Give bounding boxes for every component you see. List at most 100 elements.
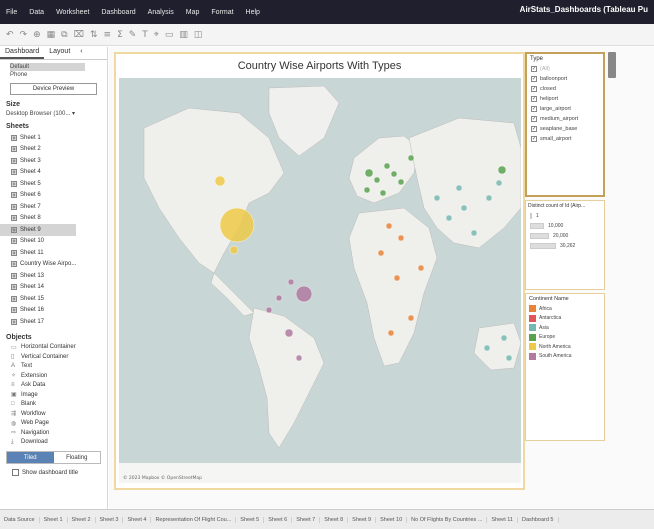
airport-count-mark[interactable] — [407, 154, 415, 162]
checkbox[interactable]: ✓ — [531, 66, 537, 72]
bottom-tab[interactable]: Sheet 9 — [348, 516, 377, 523]
type-filter-option[interactable]: ✓ medium_airport — [527, 114, 603, 124]
airport-count-mark[interactable] — [390, 170, 398, 178]
checkbox[interactable]: ✓ — [531, 136, 537, 142]
object-item[interactable]: A Text — [0, 362, 107, 372]
type-filter-option[interactable]: ✓ large_airport — [527, 104, 603, 114]
bottom-tab[interactable]: Sheet 1 — [40, 516, 68, 523]
continent-legend-row[interactable]: Africa — [526, 304, 604, 314]
airport-count-mark[interactable] — [460, 204, 468, 212]
menu-item-worksheet[interactable]: Worksheet — [50, 9, 95, 16]
airport-count-mark[interactable] — [505, 354, 513, 362]
airport-count-mark[interactable] — [495, 179, 503, 187]
airport-count-mark[interactable] — [287, 278, 295, 286]
continent-legend-row[interactable]: Asia — [526, 323, 604, 333]
continent-legend-row[interactable]: South America — [526, 352, 604, 362]
object-item[interactable]: □ Blank — [0, 400, 107, 410]
airport-count-mark[interactable] — [397, 234, 405, 242]
continent-legend-row[interactable]: North America — [526, 342, 604, 352]
airport-count-mark[interactable] — [407, 314, 415, 322]
bottom-tab[interactable]: No Of Flights By Countries ... — [407, 516, 488, 523]
menu-item-analysis[interactable]: Analysis — [142, 9, 180, 16]
map-worksheet[interactable]: Country Wise Airports With Types © 2023 … — [114, 52, 525, 490]
highlight-icon[interactable]: ✎ — [129, 30, 137, 40]
tiled-button[interactable]: Tiled — [7, 452, 54, 463]
swap-icon[interactable]: ⇅ — [90, 30, 98, 40]
sheet-item[interactable]: ▦ Sheet 8 — [0, 213, 107, 225]
sheet-item[interactable]: ▦ Sheet 17 — [0, 316, 107, 328]
airport-count-mark[interactable] — [417, 264, 425, 272]
checkbox[interactable]: ✓ — [531, 126, 537, 132]
show-title-option[interactable]: Show dashboard title — [12, 469, 107, 476]
airport-count-mark[interactable] — [265, 306, 273, 314]
clear-icon[interactable]: ⌧ — [74, 30, 84, 40]
continent-legend-row[interactable]: Antarctica — [526, 314, 604, 324]
airport-count-mark[interactable] — [379, 189, 387, 197]
type-filter-option[interactable]: ✓ balloonport — [527, 74, 603, 84]
bottom-tab[interactable]: Sheet 6 — [264, 516, 293, 523]
airport-count-mark[interactable] — [385, 222, 393, 230]
redo-icon[interactable]: ↷ — [20, 30, 28, 40]
sort-icon[interactable]: ≡ — [104, 30, 112, 40]
airport-count-mark[interactable] — [275, 294, 283, 302]
menu-item-format[interactable]: Format — [205, 9, 239, 16]
new-sheet-icon[interactable]: ▦ — [47, 30, 56, 40]
airport-count-mark[interactable] — [383, 162, 391, 170]
continent-legend-row[interactable]: Europe — [526, 333, 604, 343]
airport-count-mark[interactable] — [455, 184, 463, 192]
show-title-checkbox[interactable] — [12, 469, 19, 476]
sheet-item[interactable]: ▦ Sheet 5 — [0, 178, 107, 190]
airport-count-mark[interactable] — [445, 214, 453, 222]
checkbox[interactable]: ✓ — [531, 76, 537, 82]
object-item[interactable]: ▭ Horizontal Container — [0, 343, 107, 353]
bottom-tab[interactable]: Dashboard 5 — [518, 516, 559, 523]
airport-count-mark[interactable] — [363, 186, 371, 194]
presentation-icon[interactable]: ◫ — [194, 30, 203, 40]
sheet-item[interactable]: ▦ Sheet 14 — [0, 282, 107, 294]
type-filter-option[interactable]: ✓ heliport — [527, 94, 603, 104]
object-item[interactable]: ✧ Extension — [0, 371, 107, 381]
type-filter-option[interactable]: ✓ (All) — [527, 64, 603, 74]
menu-item-dashboard[interactable]: Dashboard — [95, 9, 141, 16]
airport-count-mark[interactable] — [373, 176, 381, 184]
sheet-item[interactable]: ▦ Sheet 2 — [0, 144, 107, 156]
legend-scroll-handle[interactable] — [608, 52, 616, 78]
airport-count-mark[interactable] — [364, 168, 374, 178]
airport-count-mark[interactable] — [497, 165, 507, 175]
object-item[interactable]: ◍ Web Page — [0, 419, 107, 429]
tab-dashboard[interactable]: Dashboard — [0, 47, 45, 59]
tab-layout[interactable]: Layout — [44, 47, 75, 59]
object-item[interactable]: ≡ Ask Data — [0, 381, 107, 391]
bottom-tab[interactable]: Sheet 11 — [487, 516, 518, 523]
airport-count-mark[interactable] — [393, 274, 401, 282]
menu-item-help[interactable]: Help — [240, 9, 266, 16]
duplicate-icon[interactable]: ⧉ — [61, 30, 67, 40]
type-filter-option[interactable]: ✓ closed — [527, 84, 603, 94]
sheet-item[interactable]: ▦ Sheet 13 — [0, 270, 107, 282]
sheet-item[interactable]: ▦ Country Wise Airpo... — [0, 259, 107, 271]
sheet-item[interactable]: ▦ Sheet 15 — [0, 293, 107, 305]
bottom-tab[interactable]: Sheet 5 — [236, 516, 265, 523]
checkbox[interactable]: ✓ — [531, 106, 537, 112]
airport-count-mark[interactable] — [387, 329, 395, 337]
airport-count-mark[interactable] — [295, 285, 313, 303]
airport-count-mark[interactable] — [219, 207, 255, 243]
world-map[interactable]: © 2023 Mapbox © OpenStreetMap — [119, 78, 521, 483]
collapse-icon[interactable]: ‹ — [75, 47, 87, 59]
pin-icon[interactable]: ⌖ — [154, 30, 159, 40]
object-item[interactable]: ⇨ Navigation — [0, 428, 107, 438]
sheet-item[interactable]: ▦ Sheet 16 — [0, 305, 107, 317]
airport-count-mark[interactable] — [483, 344, 491, 352]
object-item[interactable]: ▣ Image — [0, 390, 107, 400]
airport-count-mark[interactable] — [397, 178, 405, 186]
undo-icon[interactable]: ↶ — [6, 30, 14, 40]
checkbox[interactable]: ✓ — [531, 116, 537, 122]
fit-icon[interactable]: ▭ — [165, 30, 174, 40]
type-filter-option[interactable]: ✓ small_airport — [527, 134, 603, 144]
sheet-item[interactable]: ▦ Sheet 11 — [0, 247, 107, 259]
bottom-tab[interactable]: Data Source — [0, 516, 40, 523]
type-filter-option[interactable]: ✓ seaplane_base — [527, 124, 603, 134]
bottom-tab[interactable]: Sheet 8 — [320, 516, 349, 523]
sheet-item[interactable]: ▦ Sheet 3 — [0, 155, 107, 167]
device-default[interactable]: Default — [0, 63, 107, 71]
